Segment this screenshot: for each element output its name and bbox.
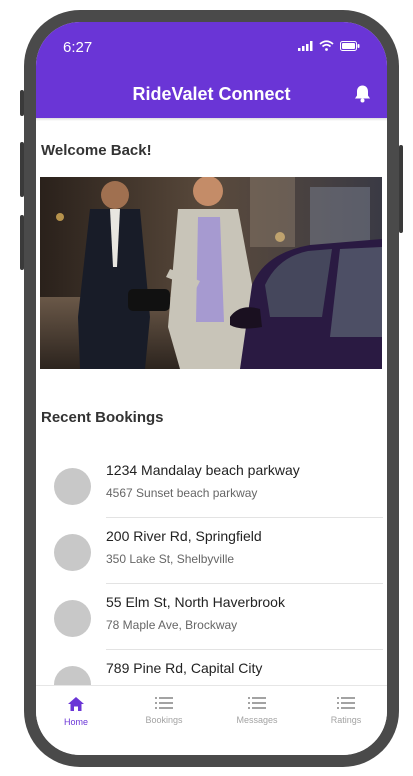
list-icon <box>248 697 266 709</box>
nav-bookings[interactable]: Bookings <box>120 696 208 725</box>
bell-icon <box>355 85 370 103</box>
volume-up-button <box>20 142 24 197</box>
booking-dropoff: 78 Maple Ave, Brockway <box>106 618 238 632</box>
hero-image-valet <box>40 177 382 369</box>
volume-down-button <box>20 215 24 270</box>
app-bar-shadow <box>36 118 387 121</box>
booking-avatar <box>54 666 91 686</box>
wifi-icon <box>319 40 334 51</box>
booking-dropoff: 350 Lake St, Shelbyville <box>106 552 235 566</box>
booking-pickup: 789 Pine Rd, Capital City <box>106 660 263 676</box>
nav-bookings-label: Bookings <box>145 715 183 725</box>
list-icon <box>337 697 355 709</box>
status-icons <box>298 40 360 51</box>
app-bar: 6:27 RideValet Connect <box>36 22 387 118</box>
booking-pickup: 55 Elm St, North Haverbrook <box>106 594 285 610</box>
nav-messages[interactable]: Messages <box>213 696 301 725</box>
welcome-heading: Welcome Back! <box>41 142 152 159</box>
booking-pickup: 1234 Mandalay beach parkway <box>106 462 300 478</box>
booking-pickup: 200 River Rd, Springfield <box>106 528 262 544</box>
home-icon <box>68 697 84 711</box>
booking-dropoff: 4567 Sunset beach parkway <box>106 486 258 500</box>
nav-home-label: Home <box>63 717 88 727</box>
nav-home[interactable]: Home <box>36 696 120 727</box>
booking-avatar <box>54 600 91 637</box>
recent-bookings-title: Recent Bookings <box>41 409 164 426</box>
phone-frame: 6:27 RideValet Connect Welcome Back! Rec… <box>20 10 403 767</box>
nav-messages-label: Messages <box>236 715 278 725</box>
power-button <box>399 145 403 233</box>
booking-avatar <box>54 534 91 571</box>
booking-item[interactable]: 789 Pine Rd, Capital City <box>36 650 387 686</box>
notification-button[interactable] <box>354 84 371 108</box>
list-icon <box>155 697 173 709</box>
screen: 6:27 RideValet Connect Welcome Back! Rec… <box>36 22 387 755</box>
nav-ratings-label: Ratings <box>330 715 362 725</box>
bottom-nav: Home Bookings Messages Ratings <box>36 685 387 755</box>
booking-avatar <box>54 468 91 505</box>
app-title: RideValet Connect <box>132 84 291 104</box>
status-time: 6:27 <box>63 39 93 56</box>
booking-item[interactable]: 200 River Rd, Springfield 350 Lake St, S… <box>36 518 387 584</box>
signal-icon <box>298 40 313 51</box>
booking-item[interactable]: 1234 Mandalay beach parkway 4567 Sunset … <box>36 452 387 518</box>
battery-icon <box>340 40 360 51</box>
booking-item[interactable]: 55 Elm St, North Haverbrook 78 Maple Ave… <box>36 584 387 650</box>
nav-ratings[interactable]: Ratings <box>302 696 387 725</box>
mute-switch <box>20 90 24 116</box>
bookings-list[interactable]: 1234 Mandalay beach parkway 4567 Sunset … <box>36 452 387 686</box>
